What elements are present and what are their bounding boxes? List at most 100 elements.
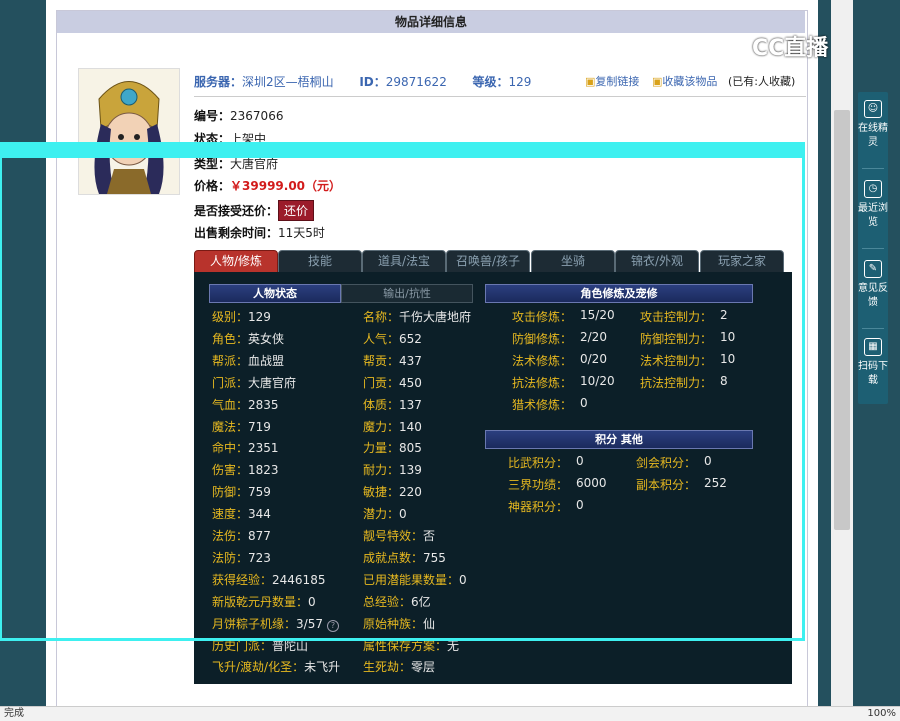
stat-label: 耐力： bbox=[363, 463, 400, 478]
subtab-status[interactable]: 人物状态 bbox=[209, 284, 341, 303]
stat-row: 总经验：6亿 bbox=[363, 593, 431, 610]
copy-link-button[interactable]: ▣复制链接 bbox=[585, 73, 639, 89]
stat-label: 魔法： bbox=[212, 419, 249, 434]
stat-label: 攻击修炼： bbox=[512, 310, 573, 324]
stat-value: 无 bbox=[447, 638, 460, 653]
stat-label: 抗法修炼： bbox=[512, 375, 573, 390]
stat-row: 月饼粽子机缘：3/57? bbox=[212, 615, 339, 632]
stat-row: 速度：344 bbox=[212, 505, 271, 522]
stat-label: 已用潜能果数量： bbox=[363, 572, 460, 587]
control-value: 10 bbox=[720, 330, 735, 344]
zoom-level[interactable]: 100% bbox=[867, 707, 896, 721]
stat-label: 飞升/渡劫/化圣： bbox=[212, 660, 305, 675]
id-value: 29871622 bbox=[385, 75, 447, 89]
stat-row: 飞升/渡劫/化圣：未飞升 bbox=[212, 658, 340, 675]
cultivation-row: 法术修炼： bbox=[512, 352, 572, 369]
stat-value: 759 bbox=[248, 485, 271, 500]
stat-value: 普陀山 bbox=[272, 638, 309, 653]
help-icon[interactable]: ? bbox=[326, 619, 339, 632]
stat-label: 门派： bbox=[212, 375, 249, 390]
stat-label: 魔力： bbox=[363, 419, 400, 434]
stat-row: 历史门派：普陀山 bbox=[212, 637, 308, 654]
tab-pets[interactable]: 召唤兽/孩子 bbox=[446, 250, 530, 273]
points-row: 三界功绩： bbox=[508, 476, 568, 493]
tab-mounts[interactable]: 坐骑 bbox=[531, 250, 615, 273]
subtab-output[interactable]: 输出/抗性 bbox=[341, 284, 473, 303]
clock-icon: ◷ bbox=[864, 180, 882, 198]
stat-label: 伤害： bbox=[212, 463, 249, 478]
stat-value: 252 bbox=[704, 475, 727, 490]
stat-row: 法防：723 bbox=[212, 549, 271, 566]
stat-value: 755 bbox=[423, 550, 446, 565]
cultivation-title: 角色修炼及宠修 bbox=[485, 284, 753, 303]
stat-label: 总经验： bbox=[363, 594, 412, 609]
stat-value: 未飞升 bbox=[304, 660, 341, 675]
stat-value: 0 bbox=[308, 594, 316, 609]
control-row: 法术控制力： bbox=[640, 352, 712, 369]
stat-value: 139 bbox=[399, 463, 422, 478]
control-value: 10 bbox=[720, 352, 735, 366]
stat-value: 2351 bbox=[248, 441, 279, 456]
side-qr[interactable]: ▦ 扫码下载 bbox=[858, 338, 888, 388]
stat-row: 级别：129 bbox=[212, 308, 271, 325]
stat-value: 129 bbox=[248, 310, 271, 324]
stat-row: 已用潜能果数量：0 bbox=[363, 571, 467, 588]
scrollbar-thumb[interactable] bbox=[834, 110, 850, 530]
stat-row: 气血：2835 bbox=[212, 396, 279, 413]
tab-home[interactable]: 玩家之家 bbox=[700, 250, 784, 273]
stat-value: 仙 bbox=[423, 616, 436, 631]
control-row: 攻击控制力： bbox=[640, 308, 712, 325]
stat-row: 敏捷：220 bbox=[363, 483, 422, 500]
tab-skills[interactable]: 技能 bbox=[278, 250, 362, 273]
stat-value: 140 bbox=[399, 419, 422, 434]
stat-row: 人气：652 bbox=[363, 330, 422, 347]
tab-character[interactable]: 人物/修炼 bbox=[194, 250, 278, 273]
cultivation-value: 2/20 bbox=[580, 330, 607, 344]
favorite-button[interactable]: ▣收藏该物品 bbox=[652, 73, 717, 89]
cultivation-value: 10/20 bbox=[580, 374, 615, 388]
stat-row: 防御：759 bbox=[212, 483, 271, 500]
side-feedback[interactable]: ✎ 意见反馈 bbox=[858, 260, 888, 310]
cultivation-value: 0 bbox=[580, 396, 588, 410]
stat-value: 3/57 bbox=[296, 616, 323, 631]
stat-label: 气血： bbox=[212, 397, 249, 412]
stat-label: 名称： bbox=[363, 310, 400, 324]
points-value: 0 bbox=[704, 454, 712, 468]
counter-offer-button[interactable]: 还价 bbox=[278, 200, 315, 221]
stat-label: 体质： bbox=[363, 397, 400, 412]
background-left bbox=[0, 0, 46, 706]
cultivation-row: 猎术修炼： bbox=[512, 396, 572, 413]
stat-label: 剑会积分： bbox=[636, 456, 697, 470]
stat-row: 靓号特效：否 bbox=[363, 527, 435, 544]
counter-offer: 是否接受还价： 还价 bbox=[194, 200, 315, 221]
control-row: 防御控制力： bbox=[640, 330, 712, 347]
tab-items[interactable]: 道具/法宝 bbox=[362, 250, 446, 273]
points-row: 比武积分： bbox=[508, 454, 568, 471]
stat-row: 力量：805 bbox=[363, 439, 422, 456]
favorite-icon: ▣ bbox=[652, 75, 663, 88]
side-recent[interactable]: ◷ 最近浏览 bbox=[858, 180, 888, 230]
stat-row: 获得经验：2446185 bbox=[212, 571, 325, 588]
stat-row: 生死劫：零层 bbox=[363, 658, 435, 675]
cultivation-value: 0/20 bbox=[580, 352, 607, 366]
remaining-time: 出售剩余时间：11天5时 bbox=[194, 226, 325, 240]
stat-label: 角色： bbox=[212, 331, 249, 346]
stat-label: 帮派： bbox=[212, 353, 249, 368]
id-label: ID： bbox=[359, 75, 386, 89]
stat-value: 0 bbox=[399, 507, 407, 522]
tab-outfits[interactable]: 锦衣/外观 bbox=[615, 250, 699, 273]
stat-row: 魔法：719 bbox=[212, 418, 271, 435]
stat-row: 魔力：140 bbox=[363, 418, 422, 435]
stat-label: 命中： bbox=[212, 441, 249, 456]
side-online-assistant[interactable]: ☺ 在线精灵 bbox=[858, 100, 888, 150]
stat-label: 猎术修炼： bbox=[512, 397, 573, 412]
stat-value: 437 bbox=[399, 353, 422, 368]
stat-label: 新版乾元丹数量： bbox=[212, 594, 309, 609]
item-price: 价格：￥39999.00（元） bbox=[194, 179, 342, 193]
level-label: 等级： bbox=[472, 75, 509, 89]
points-value: 252 bbox=[704, 476, 727, 490]
points-value: 6000 bbox=[576, 476, 607, 490]
stat-label: 法术控制力： bbox=[640, 353, 713, 368]
edit-icon: ✎ bbox=[864, 260, 882, 278]
stat-value: 零层 bbox=[411, 660, 436, 675]
